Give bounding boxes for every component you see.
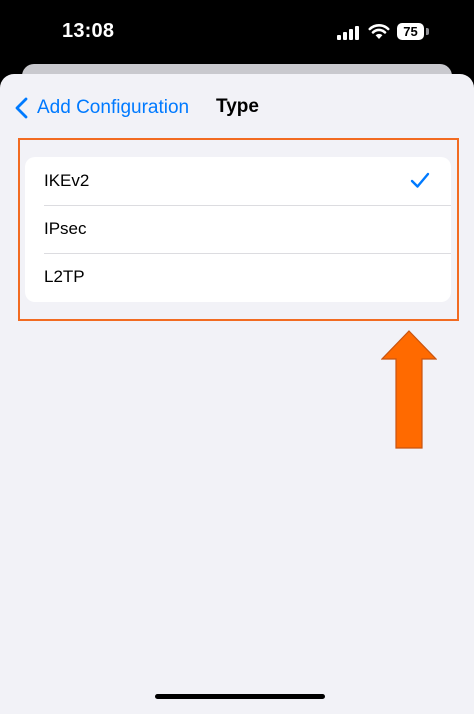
- type-option-ipsec[interactable]: IPsec: [25, 205, 451, 253]
- type-option-ikev2[interactable]: IKEv2: [25, 157, 451, 205]
- type-option-label: IKEv2: [44, 171, 90, 190]
- type-option-l2tp[interactable]: L2TP: [25, 253, 451, 301]
- home-indicator[interactable]: [155, 694, 325, 699]
- type-option-label: L2TP: [44, 267, 85, 286]
- annotation-arrow-up-icon: [381, 330, 437, 449]
- type-option-label: IPsec: [44, 219, 87, 238]
- back-button[interactable]: Add Configuration: [14, 94, 189, 122]
- battery-level: 75: [397, 23, 424, 40]
- chevron-left-icon: [15, 97, 28, 119]
- page-title: Type: [216, 96, 259, 117]
- wifi-icon: [368, 24, 390, 39]
- checkmark-icon: [410, 172, 430, 188]
- vpn-type-list: IKEv2 IPsec L2TP: [25, 157, 451, 302]
- navigation-bar: Add Configuration Type: [0, 94, 474, 124]
- status-bar: 13:08 75: [0, 0, 474, 66]
- battery-icon: 75: [397, 23, 430, 40]
- back-button-label: Add Configuration: [37, 97, 190, 118]
- status-time: 13:08: [62, 20, 115, 42]
- cellular-signal-icon: [337, 26, 359, 40]
